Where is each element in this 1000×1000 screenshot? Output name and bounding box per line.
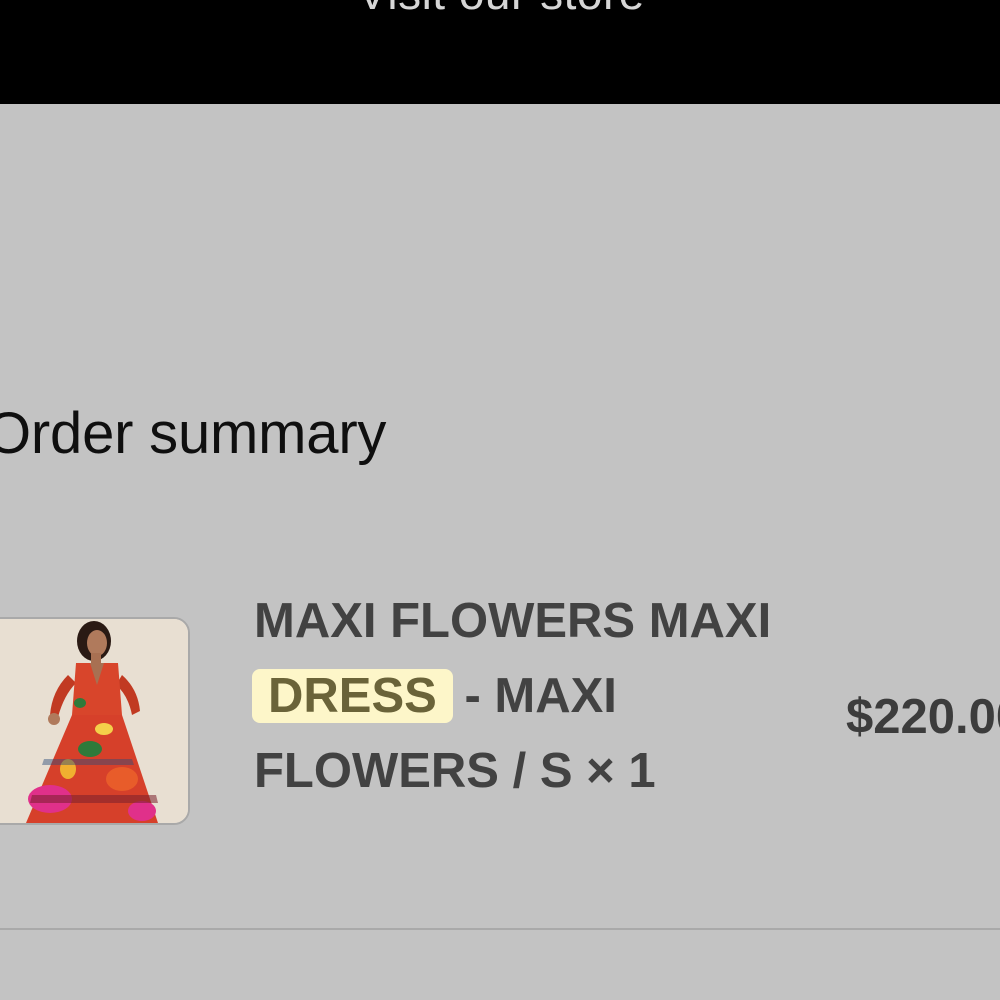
dress-photo-icon [0,619,188,823]
checkout-page: Visit our store Order summary [0,0,1000,1000]
item-name-part: MAXI FLOWERS MAXI [254,594,772,648]
order-summary-heading: Order summary [0,401,387,466]
visit-store-link[interactable]: Visit our store [357,0,645,20]
item-price: $220.00 [846,690,1000,744]
product-thumbnail [0,617,190,825]
order-item-title: MAXI FLOWERS MAXI DRESS - MAXI FLOWERS /… [252,584,814,809]
section-divider [0,928,1000,930]
header-bar: Visit our store [0,0,1000,104]
search-highlight: DRESS [252,669,453,723]
